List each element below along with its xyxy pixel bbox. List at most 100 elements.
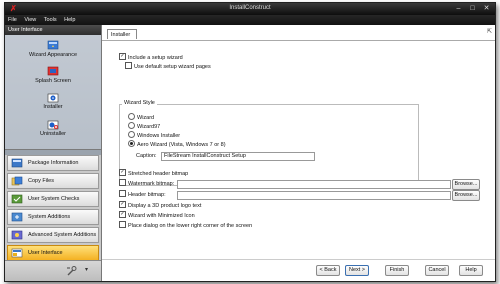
window-title: InstallConstruct	[229, 5, 271, 11]
menu-view[interactable]: View	[21, 15, 39, 23]
category-label: Advanced System Additions	[28, 232, 97, 238]
app-window: ✗ InstallConstruct – □ ✕ File View Tools…	[4, 2, 496, 282]
wizard-style-title: Wizard Style	[122, 100, 157, 106]
category-label: Package Information	[28, 160, 79, 166]
header-bitmap-checkbox[interactable]: Header bitmap:	[119, 190, 166, 199]
checkbox-box[interactable]	[119, 179, 126, 187]
header-bitmap-path-input[interactable]	[177, 191, 451, 200]
wizard-appearance-icon	[47, 40, 59, 50]
sidebar-footer: ▾	[5, 260, 101, 281]
advanced-additions-icon	[11, 230, 23, 240]
radio-aero-wizard[interactable]: Aero Wizard (Vista, Windows 7 or 8)	[128, 140, 226, 149]
logo-3d-label: Display a 3D product logo text	[128, 203, 202, 209]
next-button[interactable]: Next >	[345, 265, 369, 276]
copy-files-icon	[11, 176, 23, 186]
checkbox-box[interactable]	[119, 190, 126, 198]
include-wizard-label: Include a setup wizard	[128, 55, 183, 61]
watermark-path-input[interactable]	[177, 180, 451, 189]
default-pages-checkbox[interactable]: Use default setup wizard pages	[125, 62, 211, 71]
finish-button[interactable]: Finish	[385, 265, 409, 276]
caption-input[interactable]: FileStream InstallConstruct Setup	[161, 152, 315, 161]
radio-windows-installer[interactable]: Windows Installer	[128, 131, 181, 140]
tab-installer[interactable]: Installer	[107, 29, 137, 39]
title-bar: ✗ InstallConstruct – □ ✕	[5, 3, 495, 15]
checkbox-box[interactable]	[125, 62, 132, 70]
tab-strip: Installer ⇱	[102, 25, 495, 41]
back-button[interactable]: < Back	[316, 265, 340, 276]
help-button[interactable]: Help	[459, 265, 483, 276]
category-copy-files[interactable]: Copy Files	[7, 173, 99, 189]
stretched-header-label: Stretched header bitmap	[128, 171, 189, 177]
menu-tools[interactable]: Tools	[41, 15, 60, 23]
watermark-label: Watermark bitmap:	[128, 181, 175, 187]
sidebar-item-installer[interactable]: Installer	[5, 92, 101, 110]
radio-label: Windows Installer	[137, 133, 181, 139]
package-icon	[11, 158, 23, 168]
sidebar-item-uninstaller[interactable]: Uninstaller	[5, 119, 101, 137]
stretched-header-checkbox[interactable]: ✓ Stretched header bitmap	[119, 169, 189, 178]
lower-right-checkbox[interactable]: Place dialog on the lower right corner o…	[119, 221, 253, 230]
sidebar-item-wizard-appearance[interactable]: Wizard Appearance	[5, 40, 101, 58]
include-wizard-checkbox[interactable]: ✓ Include a setup wizard	[119, 53, 183, 62]
radio-button[interactable]	[128, 131, 135, 139]
category-advanced-system-additions[interactable]: Advanced System Additions	[7, 227, 99, 243]
maximize-button[interactable]: □	[466, 3, 479, 14]
menu-help[interactable]: Help	[61, 15, 78, 23]
header-bitmap-browse-button[interactable]: Browse...	[452, 190, 480, 201]
checkbox-box[interactable]: ✓	[119, 211, 126, 219]
tools-icon[interactable]	[65, 265, 77, 277]
watermark-browse-button[interactable]: Browse...	[452, 179, 480, 190]
category-label: System Additions	[28, 214, 71, 220]
sidebar-item-label: Uninstaller	[40, 131, 66, 137]
sidebar-item-label: Installer	[43, 104, 63, 110]
checkbox-box[interactable]: ✓	[119, 169, 126, 177]
system-additions-icon	[11, 212, 23, 222]
checkbox-box[interactable]	[119, 221, 126, 229]
wizard-nav-bar: < Back Next > Finish Cancel Help	[102, 259, 495, 281]
radio-button[interactable]	[128, 113, 135, 121]
sidebar-items: Wizard Appearance Splash Screen Installe…	[5, 35, 101, 149]
chevron-down-icon[interactable]: ▾	[85, 266, 88, 273]
uninstaller-icon	[47, 120, 59, 130]
checkbox-box[interactable]: ✓	[119, 201, 126, 209]
category-system-additions[interactable]: System Additions	[7, 209, 99, 225]
category-label: User Interface	[28, 250, 63, 256]
sidebar-item-label: Splash Screen	[35, 78, 71, 84]
lower-right-label: Place dialog on the lower right corner o…	[128, 223, 253, 229]
system-checks-icon	[11, 194, 23, 204]
radio-wizard[interactable]: Wizard	[128, 113, 155, 122]
category-package-information[interactable]: Package Information	[7, 155, 99, 171]
splash-screen-icon	[47, 66, 59, 76]
sidebar-header: User Interface	[5, 25, 101, 35]
radio-label: Wizard	[137, 115, 155, 121]
radio-label: Wizard97	[137, 124, 161, 130]
cancel-button[interactable]: Cancel	[425, 265, 449, 276]
menu-bar: File View Tools Help	[5, 15, 495, 25]
sidebar: User Interface Wizard Appearance Splash …	[5, 25, 102, 281]
menu-file[interactable]: File	[5, 15, 20, 23]
header-bitmap-label: Header bitmap:	[128, 192, 166, 198]
caption-label: Caption:	[136, 153, 157, 159]
user-interface-icon	[11, 248, 23, 258]
category-user-interface[interactable]: User Interface	[7, 245, 99, 261]
checkbox-box[interactable]: ✓	[119, 53, 126, 61]
minimized-icon-checkbox[interactable]: ✓ Wizard with Minimized Icon	[119, 211, 195, 220]
watermark-checkbox[interactable]: Watermark bitmap:	[119, 179, 175, 188]
radio-button[interactable]	[128, 140, 135, 148]
installer-icon	[47, 93, 59, 103]
logo-3d-checkbox[interactable]: ✓ Display a 3D product logo text	[119, 201, 202, 210]
minimize-button[interactable]: –	[452, 3, 465, 14]
radio-wizard97[interactable]: Wizard97	[128, 122, 161, 131]
pin-icon[interactable]: ⇱	[487, 28, 492, 35]
sidebar-item-splash-screen[interactable]: Splash Screen	[5, 66, 101, 84]
default-pages-label: Use default setup wizard pages	[134, 64, 211, 70]
sidebar-item-label: Wizard Appearance	[29, 52, 77, 58]
category-label: User System Checks	[28, 196, 80, 202]
category-label: Copy Files	[28, 178, 54, 184]
category-user-system-checks[interactable]: User System Checks	[7, 191, 99, 207]
radio-label: Aero Wizard (Vista, Windows 7 or 8)	[137, 142, 226, 148]
main-panel: Installer ⇱ ✓ Include a setup wizard Use …	[102, 25, 495, 281]
radio-button[interactable]	[128, 122, 135, 130]
close-button[interactable]: ✕	[480, 3, 493, 14]
minimized-icon-label: Wizard with Minimized Icon	[128, 213, 195, 219]
